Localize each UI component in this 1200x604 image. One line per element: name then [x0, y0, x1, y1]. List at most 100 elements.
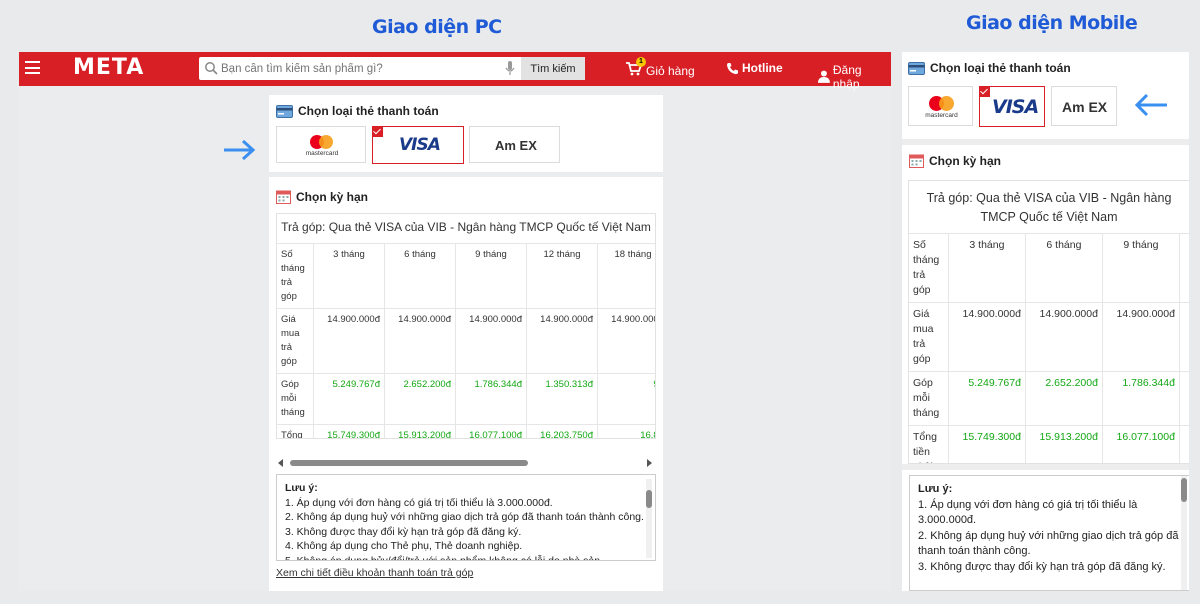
mastercard-option[interactable]: mastercard	[276, 126, 366, 163]
table-cell: 12 tháng	[1179, 233, 1189, 303]
table-cell: 1.786.344đ	[1102, 371, 1180, 426]
note-item: 3. Không được thay đổi kỳ hạn trả góp đã…	[285, 525, 522, 538]
term-table-wrapper-mobile: Trả góp: Qua thẻ VISA của VIB - Ngân hàn…	[908, 180, 1189, 464]
microphone-icon[interactable]	[505, 61, 515, 76]
row-header-line: trả góp	[281, 277, 297, 302]
visa-option[interactable]: VISA	[372, 126, 464, 164]
notes-title: Lưu ý:	[918, 483, 953, 495]
calendar-icon	[276, 190, 291, 204]
notes-box-mobile: Lưu ý: 1. Áp dụng với đơn hàng có giá tr…	[909, 475, 1189, 591]
note-item: thanh toán thành công.	[918, 545, 1031, 557]
cart-link[interactable]: 1 Giỏ hàng	[626, 57, 695, 78]
scroll-right-icon[interactable]	[646, 459, 652, 467]
table-cell: 18 tháng	[597, 243, 655, 309]
row-header: Giá mua trả góp	[277, 308, 314, 374]
table-cell: 15.749.300đ	[313, 424, 385, 438]
selected-check-icon	[372, 126, 383, 137]
table-cell: 1.786.344đ	[455, 373, 527, 425]
scroll-left-icon[interactable]	[278, 459, 284, 467]
amex-logo: Am EX	[1062, 99, 1108, 115]
note-item: 1. Áp dụng với đơn hàng có giá trị tối t…	[285, 496, 553, 509]
row-header-line: Số tháng	[281, 249, 305, 274]
login-link[interactable]: Đăng nhập	[818, 61, 891, 91]
table-cell: 14.900.000đ	[384, 308, 456, 374]
notes-box: Lưu ý: 1. Áp dụng với đơn hàng có giá tr…	[276, 474, 656, 561]
note-item: 3. Không được thay đổi kỳ hạn trả góp đã…	[918, 560, 1166, 573]
visa-option-mobile[interactable]: VISA	[979, 86, 1045, 127]
table-row: Số tháng trả góp 3 tháng6 tháng9 tháng12 t…	[277, 243, 655, 309]
table-cell: 15.749.300đ	[948, 425, 1026, 463]
pc-heading: Giao diện PC	[372, 16, 502, 38]
pc-screenshot: META Tìm kiếm 1 Giỏ hàng Hotline Đăng nh…	[19, 52, 891, 591]
site-header: META Tìm kiếm 1 Giỏ hàng Hotline Đăng nh…	[19, 52, 891, 91]
table-cell: 16.203.750đ	[526, 424, 598, 438]
cart-label: Giỏ hàng	[646, 64, 695, 78]
mastercard-logo: mastercard	[277, 133, 367, 161]
horizontal-scrollbar[interactable]	[278, 459, 652, 467]
row-header: Tổng tiềnphải trả	[277, 424, 314, 439]
table-cell: 2.652.200đ	[1025, 371, 1103, 426]
row-header-line: Tổng tiền	[281, 430, 303, 439]
notes-scrollbar[interactable]	[646, 479, 652, 558]
table-row: Tổng tiềnphải trả15.749.300đ15.913.200đ1…	[909, 425, 1189, 463]
table-row: Góp mỗi tháng 5.249.767đ 2.652.200đ 1.786.34…	[909, 371, 1189, 426]
cart-count-badge: 1	[636, 57, 646, 67]
table-cell: 5.249.767đ	[313, 373, 385, 425]
row-header: Số tháng trả góp	[277, 243, 314, 309]
amex-option-mobile[interactable]: Am EX	[1051, 86, 1117, 126]
notes-list: 1. Áp dụng với đơn hàng có giá trị tối t…	[918, 498, 1181, 576]
row-header-line: tháng	[913, 407, 940, 419]
table-cell: 1.350.313đ	[1179, 371, 1189, 426]
table-cell: 12 tháng	[526, 243, 598, 309]
amex-option[interactable]: Am EX	[469, 126, 560, 163]
section-divider	[902, 139, 1189, 145]
credit-card-icon	[908, 61, 925, 75]
notes-scroll-thumb[interactable]	[1181, 478, 1187, 502]
credit-card-icon	[276, 104, 293, 118]
table-cell: 5.249.767đ	[948, 371, 1026, 426]
search-icon	[205, 62, 218, 75]
payment-type-panel: Chọn loại thẻ thanh toán mastercard VISA…	[269, 95, 663, 172]
table-cell: 15.913.200đ	[1025, 425, 1103, 463]
table-cell: 16.203.750đ	[1179, 425, 1189, 463]
table-cell: 3 tháng	[948, 233, 1026, 303]
search-button[interactable]: Tìm kiếm	[521, 57, 585, 80]
arrow-left-icon	[1134, 93, 1167, 117]
row-header: Góp mỗi tháng	[909, 371, 949, 426]
table-row: Giá mua trả góp 14.900.000đ 14.900.000đ 14.9…	[277, 308, 655, 374]
row-header-line: trả góp	[913, 338, 931, 365]
row-header-line: trả góp	[913, 269, 931, 296]
table-cell: 14.900.000đ	[1179, 302, 1189, 372]
term-title-mobile: Chọn kỳ hạn	[909, 153, 1001, 168]
visa-logo: VISA	[399, 135, 441, 155]
notes-list: 1. Áp dụng với đơn hàng có giá trị tối t…	[285, 496, 647, 561]
row-header-line: Giá mua	[281, 314, 300, 339]
row-header: Giá mua trả góp	[909, 302, 949, 372]
logo[interactable]: META	[73, 55, 144, 80]
row-header: Số tháng trả góp	[909, 233, 949, 303]
notes-scroll-thumb[interactable]	[646, 490, 652, 508]
table-cell: 15.913.200đ	[384, 424, 456, 438]
hotline-link[interactable]: Hotline	[726, 61, 783, 75]
table-cell: 16.077.100đ	[455, 424, 527, 438]
table-cell: 9 tháng	[1102, 233, 1180, 303]
table-cell: 3 tháng	[313, 243, 385, 309]
row-header-line: Tổng tiền	[913, 431, 937, 458]
user-icon	[818, 70, 830, 83]
term-panel: Chọn kỳ hạn Trả góp: Qua thẻ VISA của VI…	[269, 177, 663, 591]
installment-terms-link[interactable]: Xem chi tiết điều khoản thanh toán trả g…	[276, 567, 473, 579]
calendar-icon	[909, 154, 924, 168]
notes-scrollbar[interactable]	[1181, 476, 1187, 590]
search-input[interactable]	[221, 60, 491, 77]
table-cell: 6 tháng	[1025, 233, 1103, 303]
note-item: 4. Không áp dụng cho Thẻ phụ, Thẻ doanh …	[285, 540, 523, 552]
note-item: 2. Không áp dụng huỷ với những giao dịch…	[285, 511, 644, 523]
mastercard-logo: mastercard	[909, 94, 974, 122]
table-cell: 16.077.100đ	[1102, 425, 1180, 463]
section-divider	[902, 464, 1189, 470]
scroll-thumb[interactable]	[290, 460, 528, 466]
mastercard-option-mobile[interactable]: mastercard	[908, 86, 973, 126]
menu-icon[interactable]	[25, 61, 40, 74]
table-cell: 16.82	[597, 424, 655, 438]
table-cell: 93	[597, 373, 655, 425]
